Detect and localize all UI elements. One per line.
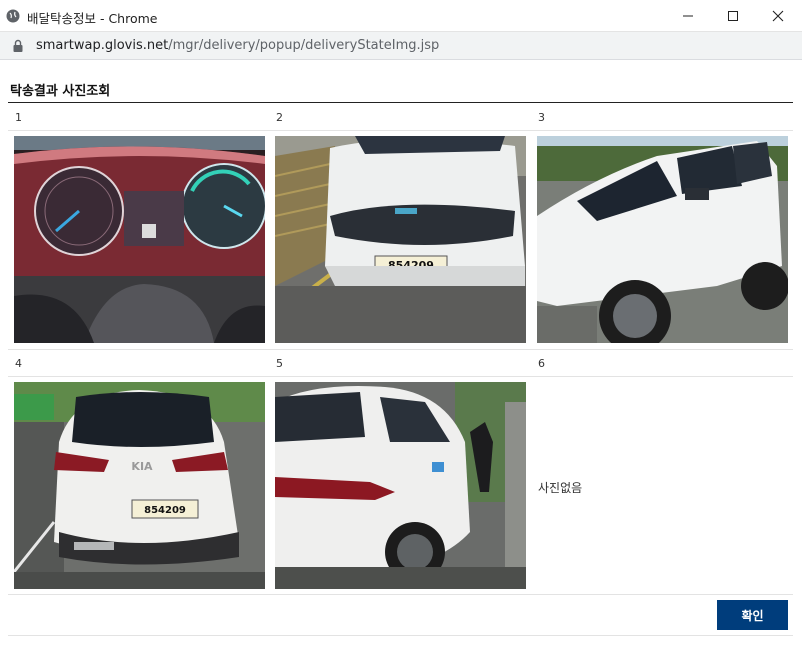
photo-label-5: 5 (276, 357, 283, 370)
footer-divider (8, 635, 793, 636)
url-host: smartwap.glovis.net (36, 38, 169, 53)
address-bar[interactable]: smartwap.glovis.net/mgr/delivery/popup/d… (0, 32, 802, 60)
photo-label-1: 1 (15, 111, 22, 124)
page-title: 탁송결과 사진조회 (10, 84, 111, 99)
maximize-button[interactable] (710, 0, 756, 32)
footer-divider (8, 594, 793, 595)
close-icon (772, 10, 784, 22)
minimize-icon (683, 15, 693, 17)
photo-2-car-front[interactable]: 854209 (275, 136, 526, 343)
url-text: smartwap.glovis.net/mgr/delivery/popup/d… (36, 38, 439, 53)
svg-text:KIA: KIA (131, 460, 153, 473)
globe-icon (6, 9, 20, 23)
window-title: 배달탁송정보 - Chrome (27, 11, 158, 26)
photo-3-car-side[interactable] (537, 136, 788, 343)
confirm-button[interactable]: 확인 (717, 600, 788, 630)
minimize-button[interactable] (665, 0, 711, 32)
heading-divider (8, 102, 793, 103)
photo-label-2: 2 (276, 111, 283, 124)
row-divider (8, 376, 793, 377)
lock-icon (13, 39, 23, 52)
no-photo-text: 사진없음 (538, 481, 583, 495)
page-content: 탁송결과 사진조회 1 2 3 854209 4 5 6 KIA 854209 … (0, 60, 802, 660)
photo-4-car-rear[interactable]: KIA 854209 (14, 382, 265, 589)
photo-1-dashboard[interactable] (14, 136, 265, 343)
rear-plate-text: 854209 (144, 505, 186, 516)
photo-label-6: 6 (538, 357, 545, 370)
photo-label-3: 3 (538, 111, 545, 124)
photo-5-car-rear-side[interactable] (275, 382, 526, 589)
photo-label-4: 4 (15, 357, 22, 370)
row-divider (8, 130, 793, 131)
maximize-icon (728, 11, 738, 21)
close-button[interactable] (755, 0, 801, 32)
url-path: /mgr/delivery/popup/deliveryStateImg.jsp (168, 38, 440, 53)
window-titlebar: 배달탁송정보 - Chrome (0, 0, 802, 32)
row-divider (8, 349, 793, 350)
